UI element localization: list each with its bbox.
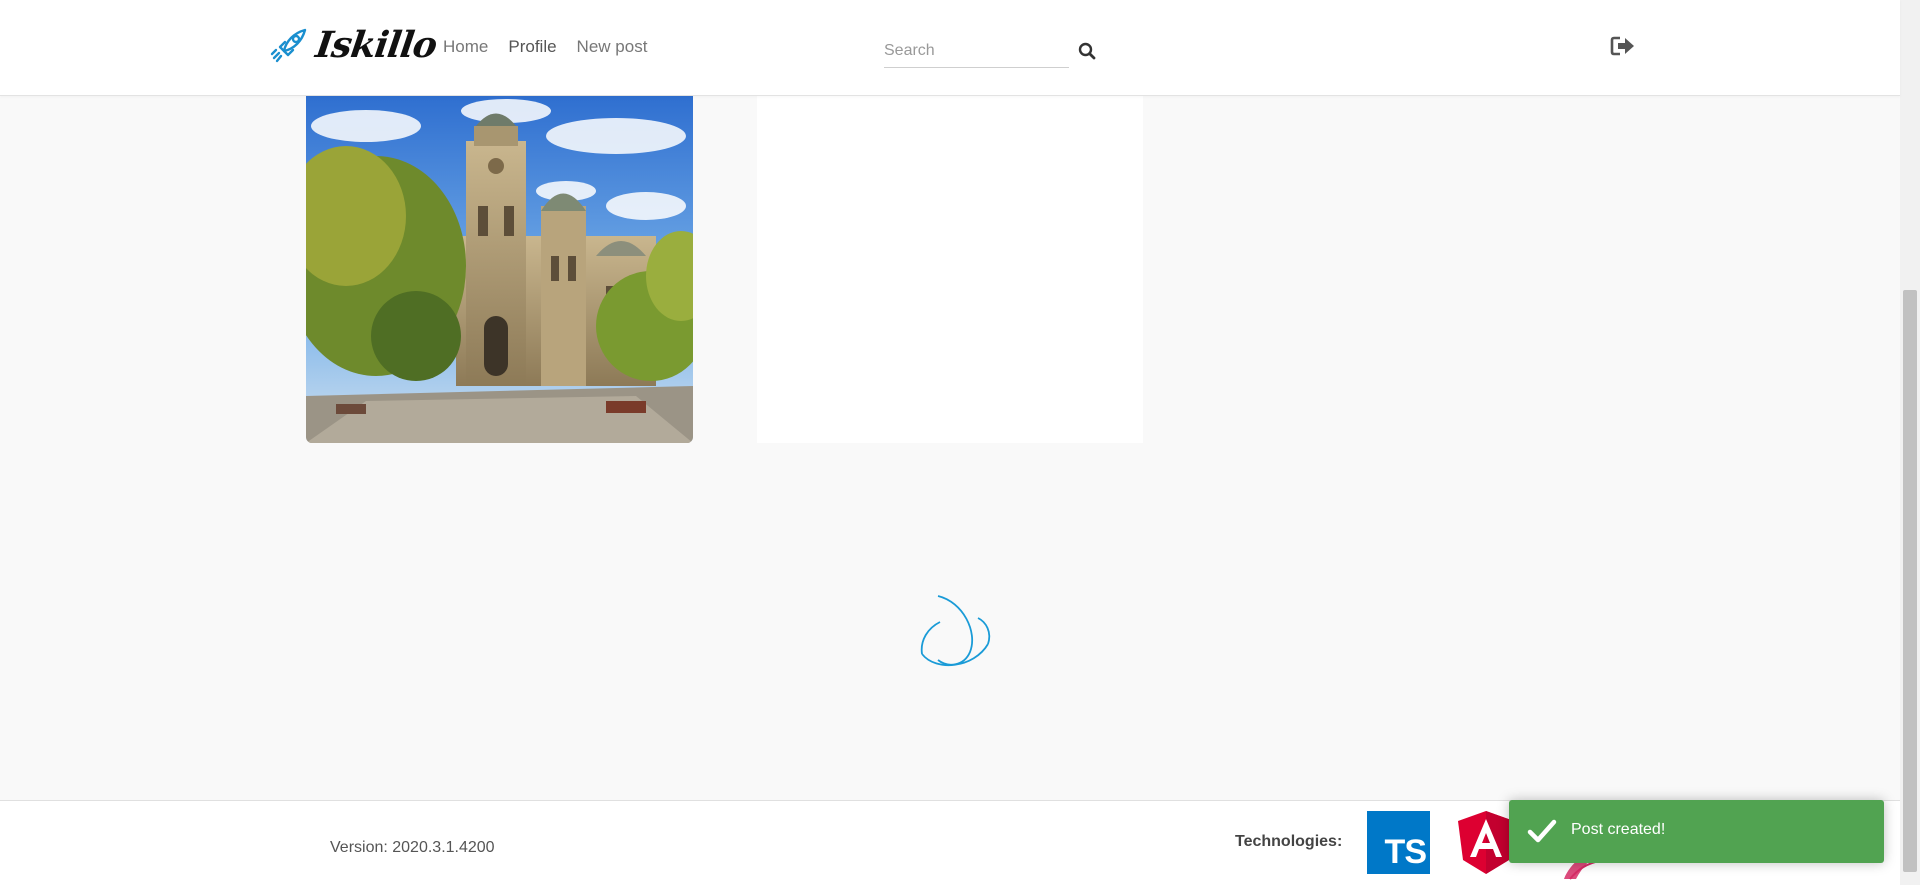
post-image-cathedral[interactable] xyxy=(306,96,693,443)
sign-out-icon[interactable] xyxy=(1610,35,1636,57)
scrollbar-thumb[interactable] xyxy=(1903,290,1917,872)
post-card-blank[interactable] xyxy=(757,96,1143,443)
nav-link-home[interactable]: Home xyxy=(443,36,488,58)
success-toast[interactable]: Post created! xyxy=(1509,800,1884,863)
search-bar xyxy=(884,34,1099,68)
nav-link-profile[interactable]: Profile xyxy=(508,36,556,58)
top-navbar: Iskillo Home Profile New post xyxy=(0,0,1900,96)
toast-message: Post created! xyxy=(1571,821,1666,838)
spinner-icon xyxy=(920,595,991,667)
search-icon[interactable] xyxy=(1077,41,1097,61)
search-input[interactable] xyxy=(884,34,1069,68)
check-icon xyxy=(1527,819,1557,843)
brand-logo[interactable]: Iskillo xyxy=(270,24,440,66)
angular-logo xyxy=(1458,811,1514,874)
rocket-icon xyxy=(270,28,307,63)
brand-name: Iskillo xyxy=(313,24,440,66)
typescript-logo-text: TS xyxy=(1384,833,1427,871)
main-nav: Home Profile New post xyxy=(443,36,667,58)
typescript-logo: TS xyxy=(1367,811,1430,874)
version-text: Version: 2020.3.1.4200 xyxy=(330,839,495,856)
technologies-label: Technologies: xyxy=(1235,833,1343,850)
nav-link-new-post[interactable]: New post xyxy=(577,36,648,58)
cathedral-photo xyxy=(306,96,693,443)
